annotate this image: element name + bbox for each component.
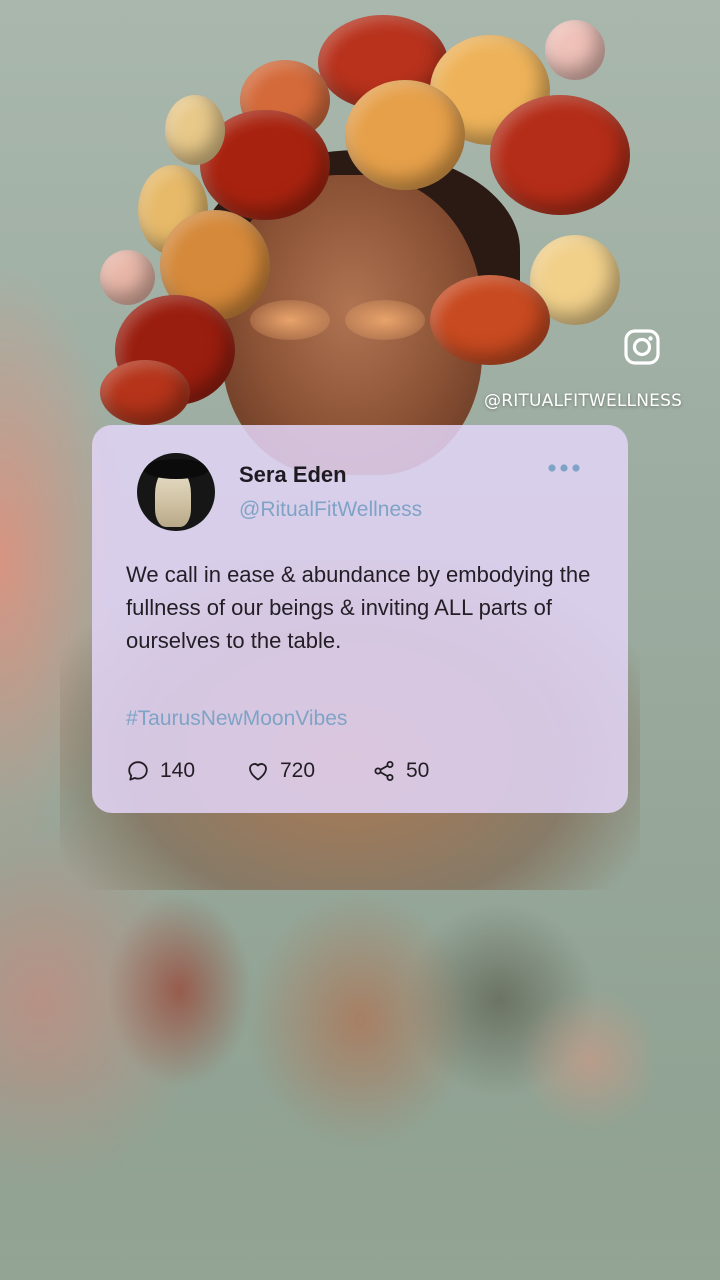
- reply-count: 140: [160, 759, 196, 782]
- post-hashtag[interactable]: #TaurusNewMoonVibes: [126, 707, 347, 731]
- post-card: Sera Eden @RitualFitWellness We call in …: [92, 425, 628, 813]
- avatar[interactable]: [137, 453, 215, 531]
- share-icon: [374, 761, 394, 781]
- post-stats: 140 720 50: [126, 756, 429, 786]
- author-handle[interactable]: @RitualFitWellness: [239, 498, 422, 522]
- like-count: 720: [280, 759, 316, 782]
- flower-crown: [90, 15, 650, 435]
- like-button[interactable]: 720: [246, 759, 372, 783]
- reply-button[interactable]: 140: [126, 759, 246, 783]
- instagram-handle[interactable]: @RITUALFITWELLNESS: [484, 391, 682, 411]
- more-options-icon[interactable]: [544, 453, 584, 477]
- post-text: We call in ease & abundance by embodying…: [126, 562, 591, 653]
- heart-icon: [249, 763, 267, 781]
- share-count: 50: [406, 759, 430, 782]
- comment-icon: [128, 761, 148, 781]
- share-button[interactable]: 50: [372, 759, 429, 783]
- author-name[interactable]: Sera Eden: [239, 462, 347, 488]
- instagram-icon: [623, 328, 661, 366]
- bottom-haze: [0, 1080, 720, 1280]
